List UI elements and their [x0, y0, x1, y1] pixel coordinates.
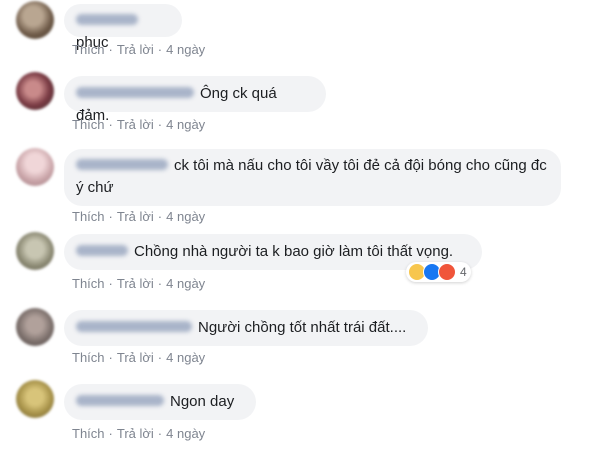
reply-link[interactable]: Trả lời [117, 350, 154, 365]
comment-actions: Thích · Trả lời · 4 ngày [72, 209, 206, 224]
reply-link[interactable]: Trả lời [117, 426, 154, 441]
reactions-count: 4 [460, 265, 467, 279]
comment-actions: Thích · Trả lời · 4 ngày [72, 426, 206, 441]
like-link[interactable]: Thích [72, 117, 105, 132]
commenter-name-blurred[interactable] [76, 394, 164, 406]
commenter-name-blurred[interactable] [76, 86, 194, 98]
avatar[interactable] [16, 232, 54, 270]
timestamp[interactable]: 4 ngày [166, 117, 205, 132]
avatar[interactable] [16, 148, 54, 186]
like-link[interactable]: Thích [72, 42, 105, 57]
timestamp[interactable]: 4 ngày [166, 276, 205, 291]
comment-bubble: Người chồng tốt nhất trái đất.... [64, 310, 428, 346]
like-link[interactable]: Thích [72, 350, 105, 365]
like-link[interactable]: Thích [72, 426, 105, 441]
commenter-name-blurred[interactable] [76, 244, 128, 256]
comment-bubble: ck tôi mà nấu cho tôi vầy tôi đẻ cả đội … [64, 149, 561, 206]
angry-icon [438, 263, 456, 281]
commenter-name-blurred[interactable] [76, 13, 138, 25]
commenter-name-blurred[interactable] [76, 158, 168, 170]
like-link[interactable]: Thích [72, 209, 105, 224]
timestamp[interactable]: 4 ngày [166, 42, 205, 57]
comment-text: Ngon day [170, 393, 235, 410]
comment-text: Chồng nhà người ta k bao giờ làm tôi thấ… [134, 243, 454, 260]
avatar[interactable] [16, 308, 54, 346]
avatar[interactable] [16, 1, 54, 39]
timestamp[interactable]: 4 ngày [166, 426, 205, 441]
comment-actions: Thích · Trả lời · 4 ngày [72, 350, 206, 365]
timestamp[interactable]: 4 ngày [166, 350, 205, 365]
comment-actions: Thích · Trả lời · 4 ngày [72, 42, 206, 57]
reply-link[interactable]: Trả lời [117, 42, 154, 57]
commenter-name-blurred[interactable] [76, 320, 192, 332]
avatar[interactable] [16, 72, 54, 110]
comment-bubble: Ông ck quá đảm. [64, 76, 326, 124]
comment-bubble: Ngon day [64, 384, 256, 420]
comment-text: Người chồng tốt nhất trái đất.... [198, 319, 407, 336]
comment-actions: Thích · Trả lời · 4 ngày [72, 276, 206, 291]
reply-link[interactable]: Trả lời [117, 209, 154, 224]
avatar[interactable] [16, 380, 54, 418]
comment-actions: Thích · Trả lời · 4 ngày [72, 117, 206, 132]
comment-bubble: phục [64, 4, 182, 51]
reply-link[interactable]: Trả lời [117, 117, 154, 132]
like-link[interactable]: Thích [72, 276, 105, 291]
reply-link[interactable]: Trả lời [117, 276, 154, 291]
reactions-badge[interactable]: 4 [406, 262, 471, 282]
timestamp[interactable]: 4 ngày [166, 209, 205, 224]
